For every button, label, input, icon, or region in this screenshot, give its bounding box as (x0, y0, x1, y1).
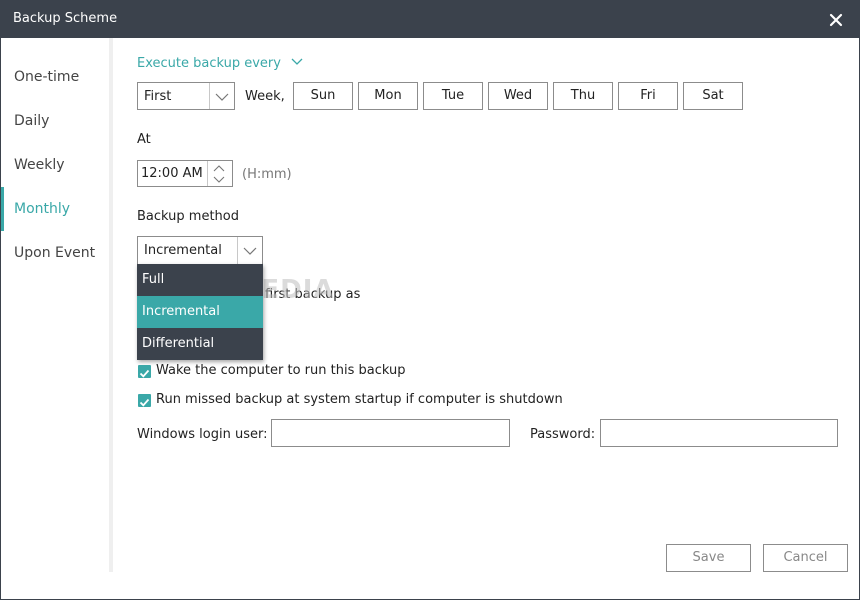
check-icon (139, 398, 150, 407)
execute-backup-every-toggle[interactable]: Execute backup every (137, 56, 303, 71)
close-icon[interactable] (827, 9, 845, 29)
at-label: At (137, 132, 151, 147)
dropdown-option-differential[interactable]: Differential (137, 328, 263, 360)
windows-login-user-input[interactable] (271, 419, 510, 447)
day-button-fri[interactable]: Fri (618, 82, 678, 110)
day-button-thu[interactable]: Thu (553, 82, 613, 110)
sidebar-item-monthly[interactable]: Monthly (1, 187, 109, 231)
check-icon (139, 369, 150, 378)
window-title: Backup Scheme (13, 11, 118, 26)
chevron-down-icon (243, 247, 257, 255)
title-bar: Backup Scheme (1, 1, 859, 38)
sidebar-item-weekly[interactable]: Weekly (1, 143, 109, 187)
day-button-sun[interactable]: Sun (293, 82, 353, 110)
password-label: Password: (530, 427, 596, 442)
week-ordinal-select[interactable]: First (137, 82, 235, 110)
time-format-hint: (H:mm) (242, 167, 292, 182)
day-button-mon[interactable]: Mon (358, 82, 418, 110)
backup-method-label: Backup method (137, 209, 239, 224)
backup-scheme-dialog: Backup Scheme One-time Daily Weekly Mont… (0, 0, 860, 600)
cancel-button[interactable]: Cancel (763, 544, 848, 572)
password-input[interactable] (600, 419, 838, 447)
backup-method-select[interactable]: Incremental (137, 236, 263, 265)
save-button[interactable]: Save (666, 544, 751, 572)
first-backup-label: first backup as (265, 287, 361, 302)
windows-login-user-label: Windows login user: (137, 427, 268, 442)
wake-computer-label: Wake the computer to run this backup (156, 363, 406, 378)
day-button-tue[interactable]: Tue (423, 82, 483, 110)
time-input[interactable]: 12:00 AM (141, 166, 203, 181)
spinner-down-icon[interactable] (212, 175, 226, 185)
dropdown-option-full[interactable]: Full (137, 264, 263, 296)
run-missed-backup-checkbox[interactable] (138, 394, 151, 407)
backup-method-value: Incremental (144, 243, 222, 258)
week-ordinal-value: First (144, 89, 172, 104)
day-button-wed[interactable]: Wed (488, 82, 548, 110)
day-button-sat[interactable]: Sat (683, 82, 743, 110)
wake-computer-checkbox[interactable] (138, 365, 151, 378)
chevron-down-icon (215, 93, 229, 101)
dropdown-option-incremental[interactable]: Incremental (137, 296, 263, 328)
execute-backup-every-label: Execute backup every (137, 56, 281, 71)
sidebar-item-daily[interactable]: Daily (1, 99, 109, 143)
time-spinner: 12:00 AM (137, 160, 233, 187)
sidebar-item-upon-event[interactable]: Upon Event (1, 231, 109, 275)
scheme-sidebar: One-time Daily Weekly Monthly Upon Event (1, 38, 113, 572)
week-label: Week, (245, 89, 285, 104)
backup-method-dropdown-list: Full Incremental Differential (137, 264, 263, 360)
spinner-up-icon[interactable] (212, 163, 226, 173)
chevron-down-icon (291, 58, 303, 65)
run-missed-backup-label: Run missed backup at system startup if c… (156, 392, 563, 407)
sidebar-item-one-time[interactable]: One-time (1, 55, 109, 99)
